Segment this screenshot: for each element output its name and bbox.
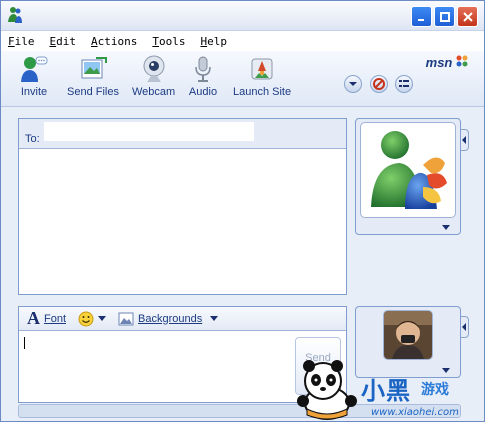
- block-icon: [373, 78, 385, 90]
- to-label: To:: [25, 133, 40, 145]
- msn-logo: msn: [426, 55, 468, 70]
- watermark-subtitle: 游戏: [421, 382, 449, 398]
- audio-button[interactable]: Audio: [188, 54, 218, 98]
- send-files-button[interactable]: Send Files: [67, 54, 119, 98]
- collapse-contact-panel-button[interactable]: [461, 129, 469, 151]
- menu-help[interactable]: Help: [201, 35, 228, 48]
- font-button[interactable]: A Font: [27, 308, 66, 329]
- menu-edit[interactable]: Edit: [50, 35, 77, 48]
- launch-site-icon: [251, 58, 273, 80]
- close-icon: [462, 11, 473, 22]
- block-button[interactable]: [370, 75, 388, 93]
- minimize-button[interactable]: [411, 6, 432, 27]
- font-label: Font: [44, 312, 67, 325]
- watermark-url: www.xiaohei.com: [371, 407, 459, 418]
- to-field[interactable]: [44, 122, 254, 141]
- title-bar: [1, 1, 484, 31]
- to-row: To:: [19, 119, 346, 149]
- invite-label: Invite: [20, 86, 48, 98]
- backgrounds-button[interactable]: Backgrounds: [118, 312, 219, 326]
- menu-bar: File Edit Actions Tools Help: [1, 31, 484, 51]
- close-button[interactable]: [457, 6, 478, 27]
- font-icon: A: [27, 308, 40, 328]
- launch-site-button[interactable]: Launch Site: [233, 54, 291, 98]
- chevron-down-icon[interactable]: [442, 225, 450, 230]
- display-options-button[interactable]: [344, 75, 362, 93]
- contact-display-picture-panel: [355, 118, 461, 235]
- msn-logo-text: msn: [425, 55, 453, 70]
- text-cursor: [24, 337, 25, 349]
- message-input[interactable]: [22, 335, 296, 397]
- audio-icon: [195, 56, 211, 82]
- menu-tools[interactable]: Tools: [152, 35, 185, 48]
- minimize-icon: [417, 18, 424, 21]
- smiley-icon: [78, 311, 94, 326]
- send-files-icon: [81, 57, 107, 79]
- watermark-title: 小黑: [361, 377, 411, 405]
- maximize-button[interactable]: [434, 6, 455, 27]
- webcam-button[interactable]: Webcam: [132, 54, 175, 98]
- send-files-label: Send Files: [67, 86, 119, 98]
- msn-buddy-icon: [8, 7, 22, 23]
- msn-buddy-icon: [371, 131, 447, 209]
- contact-display-picture[interactable]: [360, 122, 456, 218]
- contact-list-icon: [399, 80, 409, 87]
- conversation-history[interactable]: To:: [18, 118, 347, 295]
- msn-butterfly-icon: [456, 55, 468, 67]
- menu-actions[interactable]: Actions: [91, 35, 137, 48]
- toolbar: Invite Send Files Webcam Audio Launch Si…: [1, 51, 484, 107]
- user-photo-image: [384, 311, 432, 359]
- backgrounds-label: Backgrounds: [138, 312, 203, 325]
- watermark: 小黑 游戏 www.xiaohei.com: [289, 353, 485, 423]
- menu-file[interactable]: File: [8, 35, 35, 48]
- maximize-icon: [439, 11, 450, 22]
- chevron-down-icon: [210, 316, 219, 321]
- launch-site-label: Launch Site: [233, 86, 292, 98]
- panda-mascot-icon: [297, 360, 357, 420]
- messenger-window: File Edit Actions Tools Help Invite Send…: [0, 0, 485, 422]
- window-controls: [411, 6, 478, 27]
- webcam-icon: [143, 55, 165, 82]
- format-toolbar: A Font Backgrounds: [19, 307, 346, 331]
- invite-icon: [21, 56, 48, 82]
- collapse-my-panel-button[interactable]: [461, 316, 469, 338]
- audio-label: Audio: [188, 86, 218, 98]
- webcam-label: Webcam: [132, 86, 176, 98]
- backgrounds-icon: [118, 312, 134, 325]
- emoticon-button[interactable]: [78, 311, 107, 327]
- chevron-down-icon: [349, 82, 357, 86]
- contact-card-button[interactable]: [395, 75, 413, 93]
- invite-button[interactable]: Invite: [19, 54, 49, 98]
- chevron-down-icon: [98, 316, 107, 321]
